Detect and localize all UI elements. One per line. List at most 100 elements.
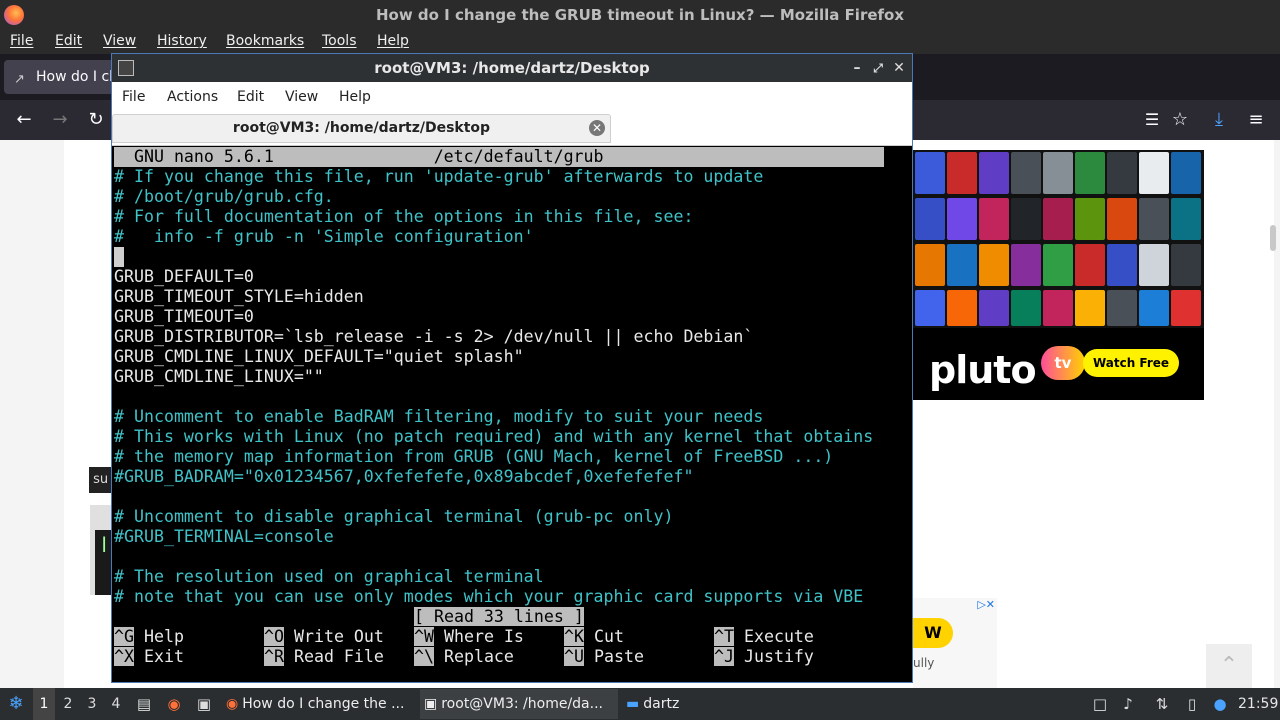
ad-poster	[979, 198, 1009, 240]
code-block-label: su	[89, 467, 113, 493]
nano-shortcut[interactable]: ^U Paste	[564, 647, 644, 667]
nano-shortcut-label: Write Out	[293, 627, 384, 646]
terminal-menu-actions[interactable]: Actions	[167, 89, 218, 105]
nano-shortcut[interactable]: ^K Cut	[564, 627, 624, 647]
task-firefox[interactable]: ◉ How do I change the ...	[222, 689, 414, 719]
menu-view[interactable]: View	[103, 33, 136, 49]
nano-config-line: GRUB_TIMEOUT=0	[114, 307, 254, 326]
nano-shortcut-key: ^G	[114, 627, 134, 646]
ad-poster	[1139, 290, 1169, 326]
nano-comment-line: # This works with Linux (no patch requir…	[114, 427, 874, 446]
nano-shortcut-label: Where Is	[443, 627, 524, 646]
clock[interactable]: 21:59	[1238, 688, 1278, 720]
ad-poster	[1043, 244, 1073, 286]
workspace-1[interactable]: 1	[33, 688, 55, 720]
ad-button[interactable]: W	[913, 618, 953, 648]
pluto-ad-footer: pluto tv Watch Free	[913, 328, 1204, 400]
minimize-icon[interactable]: –	[847, 54, 867, 82]
nano-shortcut[interactable]: ^T Execute	[714, 627, 814, 647]
ad-poster	[915, 290, 945, 326]
ad-poster	[1171, 198, 1201, 240]
ad-poster	[1043, 290, 1073, 326]
nano-shortcut[interactable]: ^R Read File	[264, 647, 384, 667]
menu-history[interactable]: History	[157, 33, 207, 49]
nano-shortcut-label: Cut	[593, 627, 624, 646]
start-menu-icon[interactable]: ❄	[6, 694, 26, 714]
nano-shortcut[interactable]: ^W Where Is	[414, 627, 524, 647]
terminal-title-bar[interactable]: root@VM3: /home/dartz/Desktop – ⤢ ✕	[112, 54, 912, 82]
nano-shortcut-key: ^W	[414, 627, 434, 646]
nano-shortcut-key: ^J	[714, 647, 734, 666]
workspace-4[interactable]: 4	[105, 688, 127, 720]
terminal-tab-bar: root@VM3: /home/dartz/Desktop ✕	[112, 112, 912, 146]
nano-shortcut[interactable]: ^J Justify	[714, 647, 814, 667]
pluto-tv-ad[interactable]: pluto tv Watch Free	[913, 150, 1204, 400]
network-icon[interactable]: ⇅	[1152, 694, 1172, 714]
tab-close-icon[interactable]: ✕	[589, 120, 605, 136]
nano-config-line: GRUB_DEFAULT=0	[114, 267, 254, 286]
reader-view-icon[interactable]: ☰	[1138, 106, 1166, 134]
maximize-icon[interactable]: ⤢	[868, 54, 888, 82]
nano-shortcut[interactable]: ^\ Replace	[414, 647, 514, 667]
file-manager-launcher-icon[interactable]: ▤	[134, 694, 154, 714]
nano-shortcut-label: Replace	[443, 647, 514, 666]
ad-poster	[1011, 244, 1041, 286]
workspace-2[interactable]: 2	[57, 688, 79, 720]
text-cursor	[114, 247, 124, 267]
nano-header: GNU nano 5.6.1 /etc/default/grub	[114, 147, 884, 167]
workspace-3[interactable]: 3	[81, 688, 103, 720]
terminal-window-icon[interactable]	[118, 60, 134, 76]
menu-bookmarks[interactable]: Bookmarks	[226, 33, 304, 49]
menu-edit[interactable]: Edit	[55, 33, 82, 49]
menu-tools[interactable]: Tools	[322, 33, 357, 49]
ad-poster	[947, 290, 977, 326]
nano-comment-line: # The resolution used on graphical termi…	[114, 567, 544, 586]
firefox-launcher-icon[interactable]: ◉	[164, 694, 184, 714]
ad-text: ully	[913, 656, 935, 670]
nano-shortcut[interactable]: ^O Write Out	[264, 627, 384, 647]
watch-free-button[interactable]: Watch Free	[1083, 349, 1179, 377]
terminal-launcher-icon[interactable]: ▣	[194, 694, 214, 714]
terminal-tab[interactable]: root@VM3: /home/dartz/Desktop ✕	[112, 114, 611, 143]
terminal-menu-file[interactable]: File	[122, 89, 145, 105]
bottom-ad[interactable]: ▷✕ W ully	[913, 598, 997, 688]
page-scrollbar[interactable]	[1270, 225, 1276, 251]
close-icon[interactable]: ✕	[889, 54, 909, 82]
terminal-menu-view[interactable]: View	[285, 89, 318, 105]
reload-icon[interactable]: ↻	[82, 106, 110, 134]
nano-editor[interactable]: GNU nano 5.6.1 /etc/default/grub # If yo…	[114, 147, 910, 680]
task-folder[interactable]: ▬ dartz	[622, 689, 702, 719]
ad-choices-close-icon[interactable]: ▷✕	[965, 598, 995, 612]
nano-shortcut[interactable]: ^X Exit	[114, 647, 184, 667]
volume-icon[interactable]: ♪	[1118, 694, 1138, 714]
firefox-title-bar: How do I change the GRUB timeout in Linu…	[0, 0, 1280, 30]
nano-shortcut-key: ^O	[264, 627, 284, 646]
nano-shortcut-label: Execute	[743, 627, 814, 646]
ad-poster	[915, 152, 945, 194]
ad-poster	[1107, 290, 1137, 326]
menu-help[interactable]: Help	[377, 33, 409, 49]
ad-poster	[1171, 152, 1201, 194]
task-terminal[interactable]: ▣ root@VM3: /home/da...	[420, 689, 618, 719]
nano-config-line: GRUB_CMDLINE_LINUX_DEFAULT="quiet splash…	[114, 347, 524, 366]
bookmark-star-icon[interactable]: ☆	[1166, 106, 1194, 134]
ad-poster	[1011, 152, 1041, 194]
nano-shortcut[interactable]: ^G Help	[114, 627, 184, 647]
ad-poster	[1139, 198, 1169, 240]
clipboard-icon[interactable]: □	[1090, 694, 1110, 714]
terminal-menu-edit[interactable]: Edit	[237, 89, 264, 105]
downloads-icon[interactable]: ⤓	[1205, 106, 1233, 134]
ad-poster	[1043, 152, 1073, 194]
menu-file[interactable]: File	[10, 33, 33, 49]
ad-poster	[915, 244, 945, 286]
removable-drive-icon[interactable]: ▯	[1182, 694, 1202, 714]
updates-icon[interactable]: ●	[1210, 694, 1230, 714]
back-arrow-icon[interactable]: ←	[10, 106, 38, 134]
scroll-to-top-button[interactable]: ⌃	[1206, 644, 1252, 688]
hamburger-menu-icon[interactable]: ≡	[1242, 106, 1270, 134]
ad-poster	[1171, 290, 1201, 326]
ad-poster	[947, 152, 977, 194]
nano-comment-line: # /boot/grub/grub.cfg.	[114, 187, 334, 206]
terminal-menu-help[interactable]: Help	[339, 89, 371, 105]
forward-arrow-icon[interactable]: →	[46, 106, 74, 134]
